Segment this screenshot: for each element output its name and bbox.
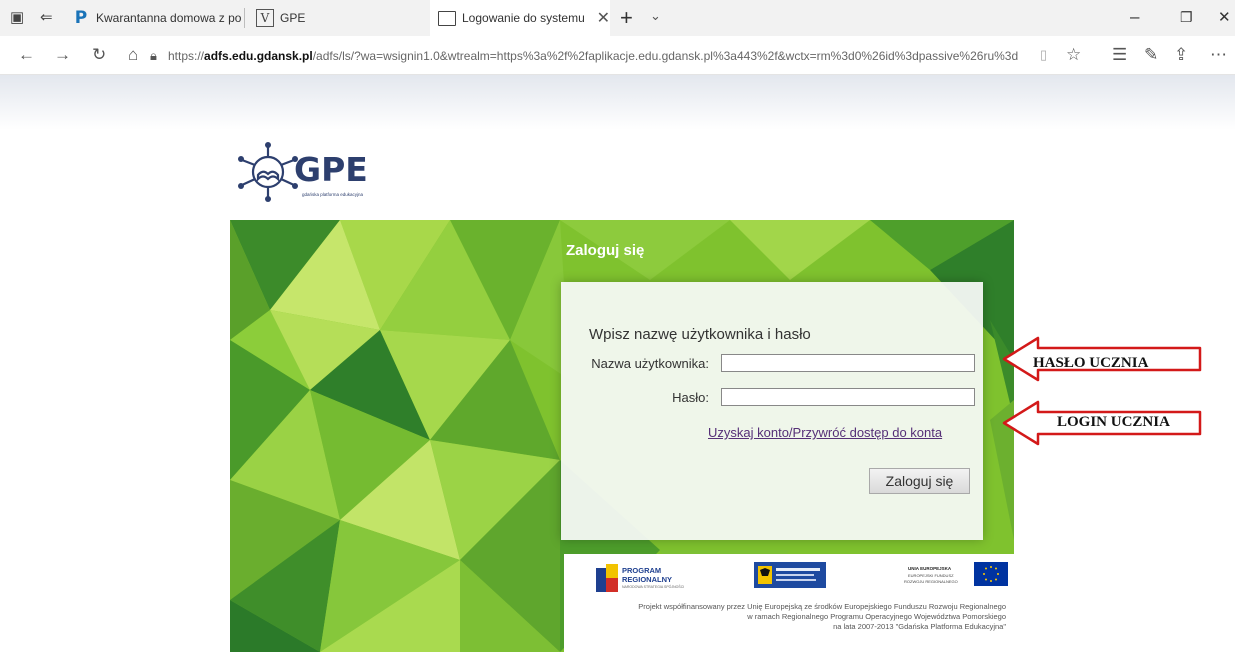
tab-kwarantanna[interactable]: P Kwarantanna domowa z po [64, 0, 242, 36]
login-submit-button[interactable]: Zaloguj się [869, 468, 970, 494]
back-arrow-icon[interactable]: ← [18, 45, 35, 65]
eu-title: UNIA EUROPEJSKA [908, 566, 952, 571]
home-icon[interactable]: ⌂ [128, 45, 138, 65]
annotation-label-1: HASŁO UCZNIA [1033, 355, 1149, 371]
funding-text: Projekt współfinansowany przez Unię Euro… [576, 602, 1006, 632]
maximize-button[interactable]: ❐ [1180, 9, 1193, 26]
tab-logowanie[interactable]: Logowanie do systemu ✕ [430, 0, 610, 36]
tab-strip: ▣ ⇐ P Kwarantanna domowa z po V GPE Logo… [0, 0, 1235, 36]
share-icon[interactable]: ⇪ [1174, 45, 1188, 65]
username-label: Nazwa użytkownika: [591, 356, 709, 371]
login-title: Zaloguj się [566, 242, 645, 259]
logo-subtitle: gdańska platforma edukacyjna [302, 192, 364, 197]
v-page-icon: V [256, 9, 274, 27]
url-host: adfs.edu.gdansk.pl [204, 49, 313, 63]
funding-line-2: w ramach Regionalnego Programu Operacyjn… [747, 612, 1006, 621]
tab-gpe[interactable]: V GPE [248, 0, 428, 36]
tab-title: Logowanie do systemu [462, 11, 585, 25]
address-bar-row: ← → ↻ ⌂ 🔒︎ https://adfs.edu.gdansk.pl/ad… [0, 36, 1235, 75]
forward-arrow-icon[interactable]: → [54, 45, 71, 65]
chevron-down-icon[interactable]: ⌄ [650, 8, 661, 24]
tab-preview-icon[interactable]: ▣ [10, 8, 24, 28]
username-input[interactable] [722, 356, 974, 372]
close-window-button[interactable]: ✕ [1218, 8, 1231, 26]
page-header-gradient [0, 75, 1235, 130]
program-title-2: REGIONALNY [622, 575, 673, 584]
favorite-star-icon[interactable]: ☆ [1066, 45, 1081, 65]
pz-icon: P [74, 8, 88, 28]
gpe-logo: GPE gdańska platforma edukacyjna [232, 138, 392, 208]
more-icon[interactable]: ⋯ [1210, 45, 1227, 65]
login-panel: Wpisz nazwę użytkownika i hasło Nazwa uż… [561, 282, 983, 540]
password-field[interactable] [721, 388, 975, 406]
username-field[interactable] [721, 354, 975, 372]
funding-line-1: Projekt współfinansowany przez Unię Euro… [638, 602, 1006, 611]
tab-divider [244, 8, 245, 28]
password-label: Hasło: [672, 390, 709, 405]
close-tab-icon[interactable]: ✕ [597, 8, 610, 28]
password-input[interactable] [722, 390, 974, 406]
program-regionalny-logo-icon [596, 564, 618, 592]
eu-subtitle: EUROPEJSKI FUNDUSZ [908, 573, 954, 578]
tab-title: GPE [280, 11, 306, 25]
pomorskie-logo-icon [754, 562, 826, 588]
lock-icon: 🔒︎ [150, 48, 157, 63]
funding-line-3: na lata 2007-2013 "Gdańska Platforma Edu… [833, 622, 1006, 631]
login-banner: Zaloguj się Wpisz nazwę użytkownika i ha… [230, 220, 1014, 652]
program-subtitle: NARODOWA STRATEGIA SPÓJNOŚCI [622, 585, 685, 589]
eu-flag-icon [974, 562, 1008, 586]
login-heading: Wpisz nazwę użytkownika i hasło [589, 326, 811, 343]
logo-text: GPE [294, 150, 368, 189]
recover-account-link[interactable]: Uzyskaj konto/Przywróć dostęp do konta [708, 425, 942, 440]
url-path: /adfs/ls/?wa=wsignin1.0&wtrealm=https%3a… [312, 49, 1019, 63]
page-icon [438, 9, 456, 27]
tabs-aside-icon[interactable]: ⇐ [40, 8, 53, 28]
favorites-list-icon[interactable]: ☰ [1112, 45, 1127, 65]
eu-funding-box: PROGRAM REGIONALNY NARODOWA STRATEGIA SP… [564, 554, 1014, 652]
url-field[interactable]: https://adfs.edu.gdansk.pl/adfs/ls/?wa=w… [168, 46, 1088, 66]
eu-subtitle-2: ROZWOJU REGIONALNEGO [904, 579, 958, 584]
refresh-icon[interactable]: ↻ [92, 45, 106, 65]
program-title: PROGRAM [622, 566, 662, 575]
minimize-button[interactable]: – [1130, 7, 1139, 27]
annotation-label-2: LOGIN UCZNIA [1057, 414, 1170, 430]
pen-icon[interactable]: ✎ [1144, 45, 1158, 65]
reading-view-icon[interactable]: ▯ [1040, 45, 1047, 65]
tab-title: Kwarantanna domowa z po [96, 11, 242, 25]
url-prefix: https:// [168, 49, 205, 63]
new-tab-icon[interactable]: + [620, 5, 633, 31]
